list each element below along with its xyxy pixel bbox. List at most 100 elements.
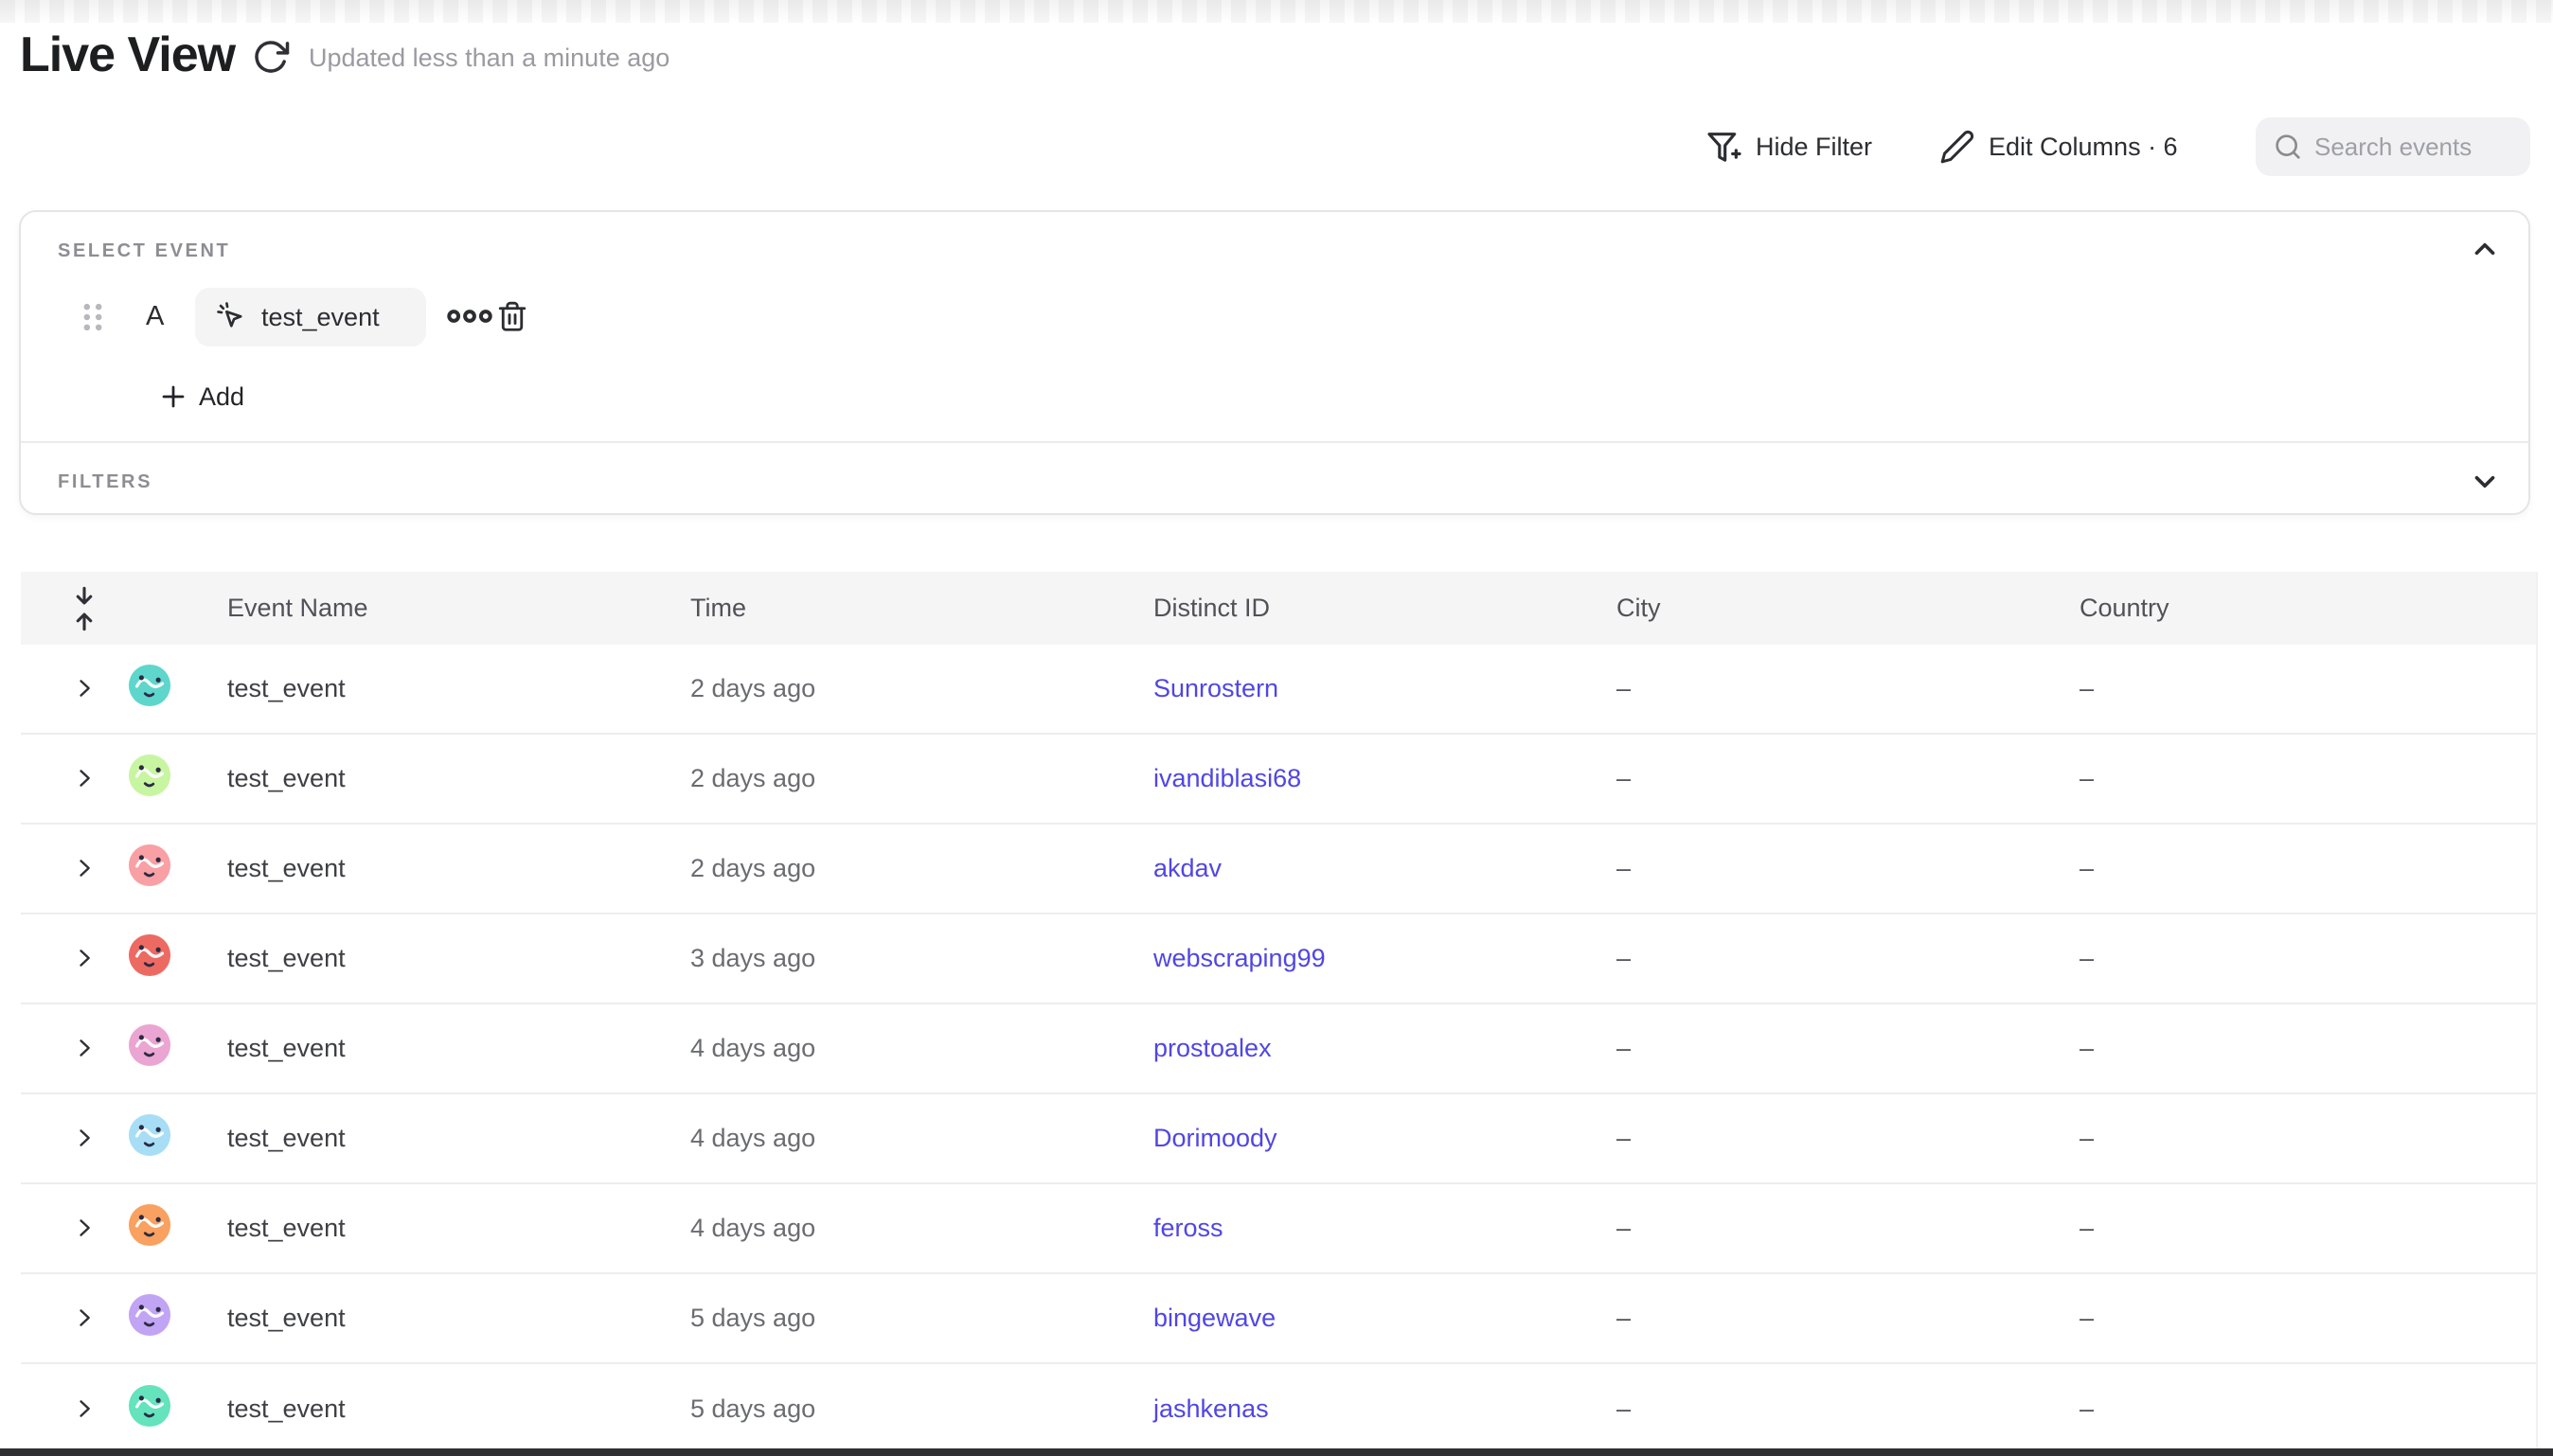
- city-cell: –: [1616, 1124, 2080, 1153]
- event-more-options-button[interactable]: [441, 299, 498, 335]
- country-cell: –: [2080, 854, 2536, 883]
- time-cell: 2 days ago: [690, 854, 1153, 883]
- distinct-id-link[interactable]: ivandiblasi68: [1153, 764, 1616, 793]
- avatar: [128, 1293, 171, 1337]
- distinct-id-link[interactable]: akdav: [1153, 854, 1616, 883]
- avatar-cell: [128, 933, 227, 984]
- search-events-box[interactable]: [2256, 117, 2530, 176]
- country-cell: –: [2080, 1394, 2536, 1424]
- table-row[interactable]: test_event 4 days ago prostoalex – –: [21, 1004, 2536, 1094]
- expand-row-icon[interactable]: [70, 1305, 98, 1333]
- search-icon: [2273, 132, 2303, 162]
- city-cell: –: [1616, 764, 2080, 793]
- city-cell: –: [1616, 1304, 2080, 1333]
- ellipsis-icon: [445, 305, 494, 328]
- table-row[interactable]: test_event 2 days ago ivandiblasi68 – –: [21, 735, 2536, 825]
- country-cell: –: [2080, 1214, 2536, 1243]
- chevron-down-icon: [2469, 466, 2501, 498]
- avatar-cell: [128, 1113, 227, 1163]
- event-name-cell: test_event: [227, 1214, 690, 1243]
- trash-icon: [495, 299, 529, 333]
- avatar-cell: [128, 1384, 227, 1434]
- collapse-all-rows-button[interactable]: [68, 583, 100, 634]
- country-cell: –: [2080, 674, 2536, 703]
- expand-row-icon[interactable]: [70, 1035, 98, 1063]
- time-cell: 5 days ago: [690, 1394, 1153, 1424]
- table-row[interactable]: test_event 2 days ago akdav – –: [21, 825, 2536, 914]
- avatar: [128, 754, 171, 797]
- column-header-time[interactable]: Time: [690, 594, 1153, 623]
- avatar: [128, 1384, 171, 1428]
- refresh-icon: [252, 38, 290, 76]
- query-builder-panel: SELECT EVENT A test_event: [19, 210, 2530, 515]
- add-event-button[interactable]: Add: [159, 375, 244, 418]
- table-row[interactable]: test_event 5 days ago bingewave – –: [21, 1274, 2536, 1364]
- avatar: [128, 1023, 171, 1067]
- delete-event-button[interactable]: [492, 297, 532, 337]
- expand-row-icon[interactable]: [70, 765, 98, 793]
- refresh-button[interactable]: [252, 38, 290, 76]
- search-events-input[interactable]: [2314, 133, 2515, 162]
- event-series-letter: A: [146, 301, 164, 332]
- distinct-id-link[interactable]: Dorimoody: [1153, 1124, 1616, 1153]
- table-row[interactable]: test_event 5 days ago jashkenas – –: [21, 1364, 2536, 1454]
- country-cell: –: [2080, 764, 2536, 793]
- collapse-vertical-icon: [68, 583, 100, 634]
- distinct-id-link[interactable]: jashkenas: [1153, 1394, 1616, 1424]
- selected-event-label: test_event: [261, 303, 380, 332]
- events-table: Event Name Time Distinct ID City Country: [21, 572, 2538, 1454]
- avatar-cell: [128, 754, 227, 804]
- time-cell: 4 days ago: [690, 1124, 1153, 1153]
- edit-columns-label: Edit Columns · 6: [1989, 133, 2178, 162]
- country-cell: –: [2080, 1304, 2536, 1333]
- drag-handle-icon: [79, 301, 107, 333]
- avatar-cell: [128, 1023, 227, 1074]
- country-cell: –: [2080, 1124, 2536, 1153]
- expand-row-icon[interactable]: [70, 675, 98, 703]
- country-cell: –: [2080, 1034, 2536, 1063]
- city-cell: –: [1616, 1034, 2080, 1063]
- distinct-id-link[interactable]: webscraping99: [1153, 944, 1616, 973]
- table-row[interactable]: test_event 2 days ago Sunrostern – –: [21, 645, 2536, 735]
- select-event-section-label: SELECT EVENT: [58, 240, 230, 262]
- event-name-cell: test_event: [227, 1124, 690, 1153]
- event-name-cell: test_event: [227, 854, 690, 883]
- table-header-row: Event Name Time Distinct ID City Country: [21, 572, 2536, 645]
- distinct-id-link[interactable]: feross: [1153, 1214, 1616, 1243]
- table-row[interactable]: test_event 4 days ago feross – –: [21, 1184, 2536, 1274]
- updated-status: Updated less than a minute ago: [309, 44, 669, 73]
- column-header-event-name[interactable]: Event Name: [227, 594, 690, 623]
- time-cell: 4 days ago: [690, 1214, 1153, 1243]
- column-header-city[interactable]: City: [1616, 594, 2080, 623]
- filters-expand-button[interactable]: [2466, 466, 2504, 500]
- table-row[interactable]: test_event 4 days ago Dorimoody – –: [21, 1094, 2536, 1184]
- distinct-id-link[interactable]: Sunrostern: [1153, 674, 1616, 703]
- event-query-row: A test_event: [21, 288, 2528, 346]
- distinct-id-link[interactable]: bingewave: [1153, 1304, 1616, 1333]
- chevron-up-icon: [2469, 233, 2501, 265]
- country-cell: –: [2080, 944, 2536, 973]
- select-event-collapse-button[interactable]: [2466, 233, 2504, 267]
- city-cell: –: [1616, 944, 2080, 973]
- avatar-cell: [128, 1203, 227, 1253]
- event-name-cell: test_event: [227, 674, 690, 703]
- hide-filter-label: Hide Filter: [1756, 133, 1872, 162]
- expand-row-icon[interactable]: [70, 945, 98, 973]
- edit-columns-button[interactable]: Edit Columns · 6: [1939, 117, 2178, 176]
- column-header-distinct-id[interactable]: Distinct ID: [1153, 594, 1616, 623]
- table-row[interactable]: test_event 3 days ago webscraping99 – –: [21, 914, 2536, 1004]
- city-cell: –: [1616, 1214, 2080, 1243]
- avatar: [128, 1203, 171, 1247]
- distinct-id-link[interactable]: prostoalex: [1153, 1034, 1616, 1063]
- drag-handle[interactable]: [76, 301, 110, 335]
- event-name-cell: test_event: [227, 944, 690, 973]
- event-name-cell: test_event: [227, 1034, 690, 1063]
- column-header-country[interactable]: Country: [2080, 594, 2536, 623]
- expand-row-icon[interactable]: [70, 1395, 98, 1424]
- hide-filter-button[interactable]: Hide Filter: [1705, 117, 1872, 176]
- event-select-button[interactable]: test_event: [195, 288, 426, 346]
- expand-row-icon[interactable]: [70, 855, 98, 883]
- filters-section-label: FILTERS: [58, 471, 152, 493]
- expand-row-icon[interactable]: [70, 1125, 98, 1153]
- expand-row-icon[interactable]: [70, 1215, 98, 1243]
